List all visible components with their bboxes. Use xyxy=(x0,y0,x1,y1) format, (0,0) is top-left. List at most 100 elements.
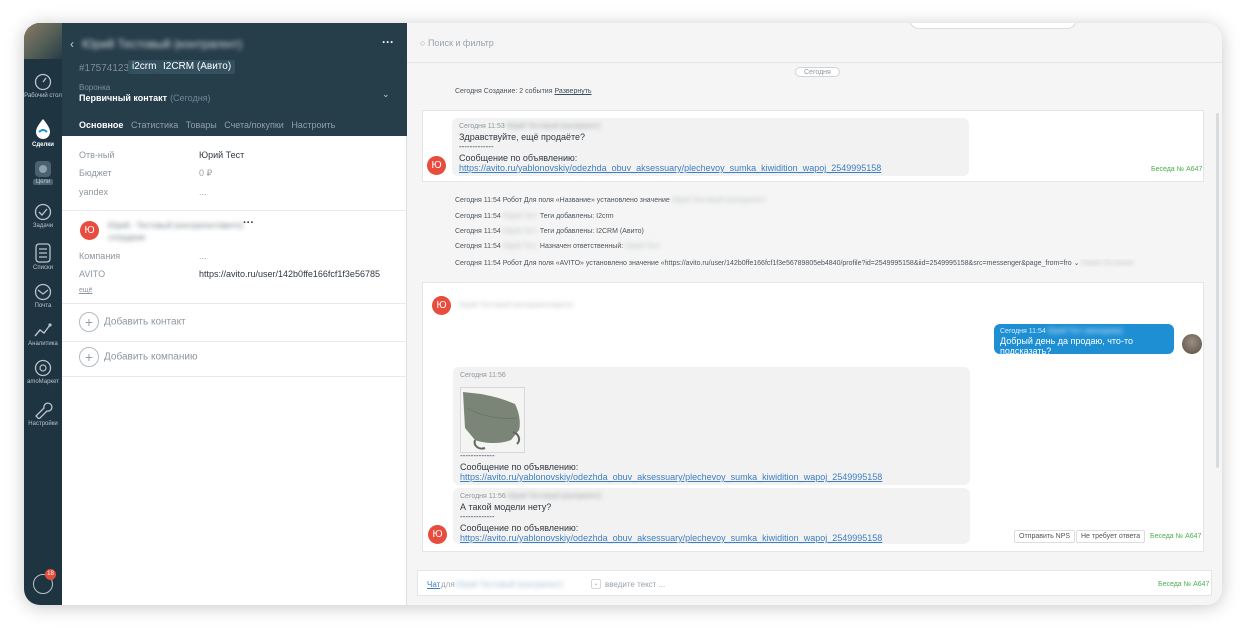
field-budget-value[interactable]: 0 ₽ xyxy=(199,168,212,179)
analytics-icon xyxy=(34,323,52,337)
lead-id: #17574123 xyxy=(79,63,130,74)
contact-avatar: Ю xyxy=(80,221,99,240)
product-image[interactable] xyxy=(460,387,525,453)
contact-name[interactable]: Юрий - Тестовый (контрагент/авито) xyxy=(108,221,243,230)
show-more-link[interactable]: ещё xyxy=(79,287,93,294)
chat-header: Юрий Тестовый (контрагент/авито) xyxy=(459,302,574,309)
plus-icon: + xyxy=(79,312,99,332)
field-company-label: Компания xyxy=(79,251,121,261)
expand-link[interactable]: Развернуть xyxy=(554,88,591,95)
nav-lists[interactable]: Списки xyxy=(24,243,62,271)
tab-invoices[interactable]: Счета/покупки xyxy=(224,120,284,130)
avatar xyxy=(1182,334,1202,354)
sender-avatar: Ю xyxy=(432,296,451,315)
field-avito-value[interactable]: https://avito.ru/user/142b0ffe166fcf1f3e… xyxy=(199,269,380,279)
field-yandex-value[interactable]: ... xyxy=(199,187,207,197)
conversation-label[interactable]: Беседа № А647 xyxy=(1158,581,1209,588)
nav-tasks[interactable]: Задачи xyxy=(24,203,62,229)
compose-bar[interactable]: Чат для Юрий Тестовый (контрагент) ⌄ вве… xyxy=(417,570,1212,596)
chevron-down-icon[interactable]: ⌄ xyxy=(591,579,601,589)
field-company-value[interactable]: ... xyxy=(199,251,207,261)
ad-link[interactable]: https://avito.ru/yablonovskiy/odezhda_ob… xyxy=(460,472,882,482)
event-line: Сегодня 11:54 Робот Для поля «Название» … xyxy=(455,197,766,204)
incoming-message: Сегодня 11:56 ------------- Сообщение по… xyxy=(453,367,970,485)
account-logo[interactable] xyxy=(24,23,62,59)
nav-market[interactable]: amoМаркет xyxy=(24,359,62,385)
field-budget-label: Бюджет xyxy=(79,168,112,178)
more-icon[interactable]: ··· xyxy=(382,35,394,49)
market-icon xyxy=(34,359,52,377)
back-icon[interactable]: ‹ xyxy=(70,37,74,51)
incoming-message: Сегодня 11:53 Юрий Тестовый (контрагент)… xyxy=(452,118,969,176)
field-avito-label: AVITO xyxy=(79,269,106,279)
goals-icon xyxy=(35,161,51,177)
nav-analytics[interactable]: Аналитика xyxy=(24,321,62,347)
event-line: Сегодня 11:54 Юрий Тест Теги добавлены: … xyxy=(455,213,614,220)
contact-more-icon[interactable]: ··· xyxy=(243,217,254,229)
conversation-label[interactable]: Беседа № А647 xyxy=(1151,166,1202,173)
event-line: Сегодня 11:54 Юрий Тест Теги добавлены: … xyxy=(455,228,644,235)
sender-avatar: Ю xyxy=(427,156,446,175)
left-nav: Рабочий стол Сделки Цели Задачи Списки П… xyxy=(24,23,62,605)
chat-badge: 18 xyxy=(45,569,56,580)
divider xyxy=(62,210,407,211)
recipient-name[interactable]: Юрий Тестовый (контрагент) xyxy=(456,580,563,589)
send-nps-button[interactable]: Отправить NPS xyxy=(1014,530,1076,543)
search-input[interactable]: ○ Поиск и фильтр xyxy=(420,38,494,48)
chevron-down-icon[interactable]: ⌄ xyxy=(382,89,390,100)
add-contact-button[interactable]: + Добавить контакт xyxy=(79,312,186,332)
nav-dashboard[interactable]: Рабочий стол xyxy=(24,73,62,99)
add-company-button[interactable]: + Добавить компанию xyxy=(79,347,197,367)
scrollbar[interactable] xyxy=(1216,113,1219,468)
dashboard-icon xyxy=(34,73,52,91)
chat-block-1: Сегодня 11:53 Юрий Тестовый (контрагент)… xyxy=(422,110,1204,182)
feed-panel: ○ Поиск и фильтр Сегодня Сегодня Создани… xyxy=(407,23,1222,605)
date-divider: Сегодня xyxy=(795,67,840,77)
nav-settings[interactable]: Настройки xyxy=(24,399,62,427)
card-tabs: Основное Статистика Товары Счета/покупки… xyxy=(79,120,340,130)
card-header: ‹ Юрий Тестовый (контрагент) ··· #175741… xyxy=(62,23,407,136)
tag-i2crm[interactable]: i2crm xyxy=(128,60,161,74)
event-line: Сегодня 11:54 Робот Для поля «AVITO» уст… xyxy=(455,260,1134,267)
message-text: А такой модели нету? xyxy=(460,502,552,512)
deals-icon xyxy=(36,119,50,139)
conversation-label[interactable]: Беседа № А647 xyxy=(1150,533,1201,540)
tasks-icon xyxy=(34,203,52,221)
tab-configure[interactable]: Настроить xyxy=(291,120,335,130)
divider xyxy=(62,376,407,377)
chat-mode-link[interactable]: Чат xyxy=(427,580,440,589)
app-window: Рабочий стол Сделки Цели Задачи Списки П… xyxy=(24,23,1222,605)
lead-card: ‹ Юрий Тестовый (контрагент) ··· #175741… xyxy=(62,23,407,605)
nav-goals[interactable]: Цели xyxy=(24,161,62,185)
sender-avatar: Ю xyxy=(428,525,447,544)
outgoing-message: Сегодня 11:54 Юрий Тест (менеджер) Добры… xyxy=(994,324,1174,356)
contact-name-2: сотрудник xyxy=(108,233,146,242)
mail-icon xyxy=(34,283,52,301)
nav-mail[interactable]: Почта xyxy=(24,283,62,309)
pipeline-status[interactable]: Первичный контакт (Сегодня) xyxy=(79,93,211,103)
search-icon: ○ xyxy=(420,38,426,48)
no-reply-button[interactable]: Не требует ответа xyxy=(1076,530,1146,543)
tab-main[interactable]: Основное xyxy=(79,120,123,130)
tab-stats[interactable]: Статистика xyxy=(131,120,178,130)
incoming-message: Сегодня 11:56 Юрий Тестовый (контрагент)… xyxy=(453,488,970,544)
funnel-label: Воронка xyxy=(79,83,111,92)
message-text: Добрый день да продаю, что-то подсказать… xyxy=(1000,336,1133,356)
message-input[interactable]: введите текст ... xyxy=(605,580,665,589)
search-bar[interactable]: ○ Поиск и фильтр xyxy=(407,23,1222,63)
created-events: Сегодня Создание: 2 события Развернуть xyxy=(455,88,592,95)
lists-icon xyxy=(35,243,51,263)
tab-products[interactable]: Товары xyxy=(186,120,217,130)
ad-link[interactable]: https://avito.ru/yablonovskiy/odezhda_ob… xyxy=(460,533,882,543)
settings-icon xyxy=(35,402,53,419)
plus-icon: + xyxy=(79,347,99,367)
lead-title[interactable]: Юрий Тестовый (контрагент) xyxy=(82,37,242,51)
nav-deals[interactable]: Сделки xyxy=(24,118,62,148)
divider xyxy=(62,341,407,342)
field-responsible-value[interactable]: Юрий Тест xyxy=(199,150,244,160)
ad-link[interactable]: https://avito.ru/yablonovskiy/odezhda_ob… xyxy=(459,163,881,173)
tag-i2crm-avito[interactable]: I2CRM (Авито) xyxy=(159,60,236,74)
divider xyxy=(62,303,407,304)
message-text: Здравствуйте, ещё продаёте? xyxy=(459,132,586,142)
top-tab[interactable] xyxy=(909,23,1077,29)
